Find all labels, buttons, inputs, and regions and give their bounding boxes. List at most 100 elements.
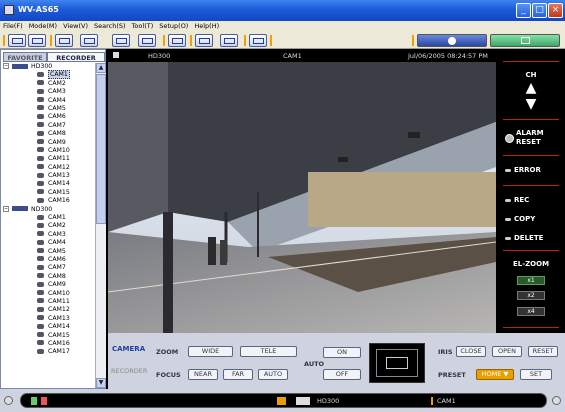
tree-camera-item[interactable]: CAM12 bbox=[3, 306, 95, 314]
tab-recorder[interactable]: RECORDER bbox=[47, 52, 105, 62]
tree-camera-item[interactable]: CAM14 bbox=[3, 323, 95, 331]
playback-mode-button[interactable] bbox=[490, 34, 560, 47]
menu-view[interactable]: View(V) bbox=[60, 21, 91, 30]
sequence-icon[interactable] bbox=[168, 34, 186, 47]
toolbar-separator bbox=[163, 35, 165, 46]
tree-camera-item[interactable]: CAM1 bbox=[3, 214, 95, 222]
preset-home-select[interactable]: HOME ▼ bbox=[476, 369, 514, 380]
minimize-button[interactable]: _ bbox=[516, 3, 531, 18]
video-menu-icon[interactable] bbox=[113, 52, 119, 58]
tab-favorite[interactable]: FAVORITE bbox=[3, 52, 47, 62]
layout-9-icon[interactable] bbox=[112, 34, 130, 47]
collapse-icon[interactable]: − bbox=[3, 205, 9, 212]
snapshot-icon[interactable] bbox=[195, 34, 213, 47]
iris-label: IRIS bbox=[438, 348, 453, 356]
tree-camera-item[interactable]: CAM7 bbox=[3, 122, 95, 130]
tree-camera-item[interactable]: CAM11 bbox=[3, 155, 95, 163]
tree-camera-item[interactable]: CAM17 bbox=[3, 348, 95, 356]
tree-device-node[interactable]: − ND300 bbox=[3, 205, 95, 214]
iris-reset-button[interactable]: RESET bbox=[528, 346, 558, 357]
collapse-icon[interactable]: − bbox=[3, 63, 9, 69]
alarm-reset-button[interactable] bbox=[505, 134, 514, 143]
tree-camera-item[interactable]: CAM9 bbox=[3, 281, 95, 289]
zoom-x1-button[interactable]: x1 bbox=[517, 276, 545, 285]
tree-camera-item[interactable]: CAM11 bbox=[3, 298, 95, 306]
camera-video[interactable] bbox=[108, 62, 496, 333]
tree-camera-item[interactable]: CAM16 bbox=[3, 340, 95, 348]
tree-camera-item[interactable]: CAM6 bbox=[3, 256, 95, 264]
status-right-button[interactable] bbox=[552, 396, 561, 405]
pan-tilt-pad[interactable] bbox=[369, 343, 425, 383]
focus-far-button[interactable]: FAR bbox=[223, 369, 253, 380]
tree-camera-item[interactable]: CAM15 bbox=[3, 332, 95, 340]
menu-search[interactable]: Search(S) bbox=[91, 21, 129, 30]
tree-camera-item[interactable]: CAM13 bbox=[3, 315, 95, 323]
tree-camera-item[interactable]: CAM9 bbox=[3, 139, 95, 147]
menu-tool[interactable]: Tool(T) bbox=[129, 21, 157, 30]
layout-1-icon[interactable] bbox=[55, 34, 73, 47]
auto-off-button[interactable]: OFF bbox=[323, 369, 361, 380]
tree-camera-item[interactable]: CAM10 bbox=[3, 147, 95, 155]
scroll-down-arrow-icon[interactable]: ▼ bbox=[96, 378, 106, 388]
tree-camera-item[interactable]: CAM14 bbox=[3, 180, 95, 188]
zoom-tele-button[interactable]: TELE bbox=[240, 346, 297, 357]
tree-camera-item[interactable]: CAM8 bbox=[3, 130, 95, 138]
tree-scrollbar[interactable]: ▲ ▼ bbox=[95, 63, 106, 388]
zoom-x2-button[interactable]: x2 bbox=[517, 291, 545, 300]
camera-icon bbox=[37, 256, 44, 262]
focus-auto-button[interactable]: AUTO bbox=[258, 369, 288, 380]
tree-camera-item[interactable]: CAM1 bbox=[3, 70, 95, 80]
video-header: HD300 CAM1 Jul/06/2005 08:24:57 PM bbox=[108, 49, 496, 62]
tab-camera[interactable]: CAMERA bbox=[112, 345, 145, 353]
print-icon[interactable] bbox=[220, 34, 238, 47]
close-button[interactable]: × bbox=[548, 3, 563, 18]
layout-16-icon[interactable] bbox=[138, 34, 156, 47]
toggle-tree-icon[interactable] bbox=[8, 34, 26, 47]
pan-tilt-center[interactable] bbox=[386, 357, 408, 369]
full-screen-icon[interactable] bbox=[249, 34, 267, 47]
camera-icon bbox=[37, 306, 44, 312]
tree-camera-item[interactable]: CAM4 bbox=[3, 97, 95, 105]
maximize-button[interactable]: □ bbox=[532, 3, 547, 18]
tree-camera-item[interactable]: CAM2 bbox=[3, 80, 95, 88]
status-left-button[interactable] bbox=[4, 396, 13, 405]
divider bbox=[503, 327, 559, 328]
zoom-x4-button[interactable]: x4 bbox=[517, 307, 545, 316]
tree-camera-item[interactable]: CAM6 bbox=[3, 113, 95, 121]
tree-camera-item[interactable]: CAM13 bbox=[3, 172, 95, 180]
tree-camera-item[interactable]: CAM10 bbox=[3, 290, 95, 298]
channel-up-icon[interactable]: ▲ bbox=[497, 80, 565, 96]
menu-bar: File(F) Mode(M) View(V) Search(S) Tool(T) Set… bbox=[0, 21, 565, 32]
channel-down-icon[interactable]: ▼ bbox=[497, 96, 565, 112]
tree-camera-item[interactable]: CAM5 bbox=[3, 248, 95, 256]
menu-setup[interactable]: Setup(O) bbox=[156, 21, 191, 30]
layout-4-icon[interactable] bbox=[80, 34, 98, 47]
tree-camera-item[interactable]: CAM2 bbox=[3, 222, 95, 230]
live-mode-button[interactable] bbox=[417, 34, 487, 47]
tree-camera-item[interactable]: CAM3 bbox=[3, 231, 95, 239]
tab-recorder-control[interactable]: RECORDER bbox=[111, 367, 147, 375]
status-dropdown-icon[interactable] bbox=[277, 397, 286, 405]
focus-near-button[interactable]: NEAR bbox=[188, 369, 218, 380]
auto-on-button[interactable]: ON bbox=[323, 347, 361, 358]
tree-camera-item[interactable]: CAM5 bbox=[3, 105, 95, 113]
status-camera: CAM1 bbox=[437, 397, 456, 405]
menu-mode[interactable]: Mode(M) bbox=[26, 21, 60, 30]
tree-camera-item[interactable]: CAM3 bbox=[3, 88, 95, 96]
search-view-icon[interactable] bbox=[28, 34, 46, 47]
zoom-wide-button[interactable]: WIDE bbox=[188, 346, 233, 357]
menu-help[interactable]: Help(H) bbox=[191, 21, 222, 30]
tree-camera-item[interactable]: CAM16 bbox=[3, 197, 95, 205]
tree-camera-item[interactable]: CAM12 bbox=[3, 164, 95, 172]
scroll-up-arrow-icon[interactable]: ▲ bbox=[96, 63, 106, 73]
status-play-icon[interactable] bbox=[296, 397, 310, 405]
tree-camera-item[interactable]: CAM4 bbox=[3, 239, 95, 247]
tree-camera-item[interactable]: CAM8 bbox=[3, 273, 95, 281]
iris-close-button[interactable]: CLOSE bbox=[456, 346, 486, 357]
scroll-thumb[interactable] bbox=[96, 74, 106, 224]
preset-set-button[interactable]: SET bbox=[520, 369, 552, 380]
iris-open-button[interactable]: OPEN bbox=[492, 346, 522, 357]
tree-camera-item[interactable]: CAM15 bbox=[3, 189, 95, 197]
menu-file[interactable]: File(F) bbox=[0, 21, 26, 30]
tree-camera-item[interactable]: CAM7 bbox=[3, 264, 95, 272]
